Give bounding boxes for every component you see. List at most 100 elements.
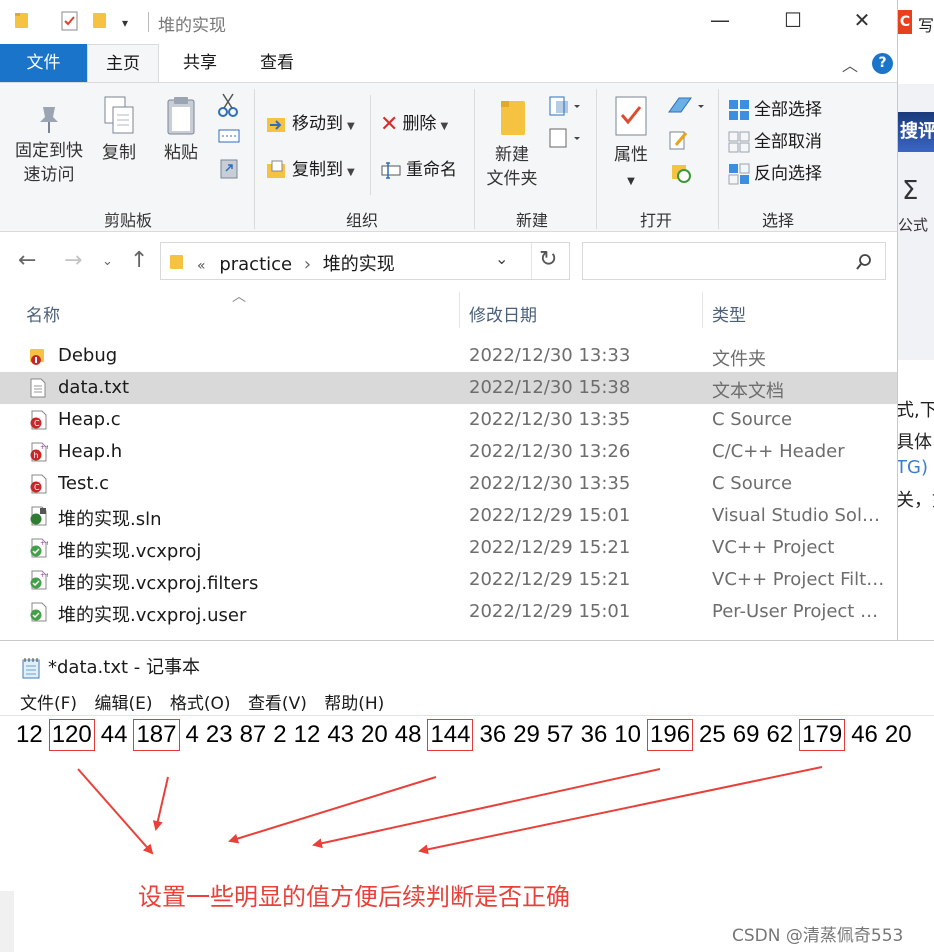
- delete-button[interactable]: ✕ 删除 ▼: [380, 109, 448, 137]
- dropdown-caret-icon[interactable]: ▾: [122, 16, 128, 30]
- select-all-button[interactable]: 全部选择: [728, 95, 822, 121]
- c-header-icon: h++: [28, 442, 50, 462]
- up-icon[interactable]: ↑: [130, 248, 148, 273]
- column-separator[interactable]: [459, 292, 460, 328]
- history-icon[interactable]: [670, 161, 692, 183]
- column-date[interactable]: 修改日期: [469, 301, 537, 326]
- file-row[interactable]: C Test.c 2022/12/30 13:35 C Source: [0, 468, 897, 500]
- file-date: 2022/12/30 15:38: [469, 377, 631, 398]
- copy-to-button[interactable]: 复制到 ▼: [266, 155, 355, 181]
- collapse-ribbon-icon[interactable]: ︿: [842, 52, 858, 76]
- easy-access-icon[interactable]: [548, 127, 582, 149]
- formula-label[interactable]: 公式: [898, 214, 928, 235]
- notepad-window: *data.txt - 记事本 文件(F) 编辑(E) 格式(O) 查看(V) …: [0, 640, 934, 952]
- select-all-label: 全部选择: [754, 100, 822, 120]
- column-separator[interactable]: [702, 292, 703, 328]
- search-box[interactable]: [582, 242, 886, 280]
- ribbon-tabs: 文件 主页 共享 查看 ︿ ?: [0, 44, 897, 82]
- properties-label: 属性: [614, 145, 648, 165]
- file-date: 2022/12/29 15:21: [469, 537, 631, 558]
- file-type: C/C++ Header: [712, 441, 845, 462]
- file-list: Debug 2022/12/30 13:33 文件夹 data.txt 2022/12/…: [0, 340, 897, 628]
- new-item-icon[interactable]: [548, 95, 582, 117]
- address-bar[interactable]: « practice › 堆的实现 ⌄ ↻: [160, 242, 570, 280]
- file-type: C Source: [712, 473, 793, 494]
- copy-path-icon[interactable]: [218, 127, 240, 145]
- svg-text:++: ++: [40, 572, 48, 579]
- rename-icon: [381, 162, 401, 179]
- vcxproj-icon: ++: [28, 538, 50, 558]
- move-to-button[interactable]: 移动到 ▼: [266, 109, 355, 135]
- file-name: Debug: [58, 345, 118, 366]
- close-icon[interactable]: ✕: [842, 8, 882, 32]
- sigma-icon[interactable]: Σ: [902, 176, 918, 206]
- file-name: data.txt: [58, 377, 130, 398]
- rename-label: 重命名: [406, 160, 457, 180]
- breadcrumb-overflow[interactable]: «: [197, 258, 206, 274]
- properties-check-icon[interactable]: [60, 10, 80, 32]
- back-icon[interactable]: ←: [18, 248, 36, 273]
- navigation-bar: ← → ⌄ ↑ « practice › 堆的实现 ⌄ ↻: [0, 232, 897, 290]
- annotation-text: 设置一些明显的值方便后续判断是否正确: [138, 883, 570, 911]
- file-row[interactable]: 堆的实现.vcxproj.user 2022/12/29 15:01 Per-Use…: [0, 596, 897, 628]
- open-icon[interactable]: [666, 95, 706, 117]
- dropdown-caret-icon: ▼: [440, 121, 449, 132]
- svg-text:h: h: [34, 451, 39, 460]
- copy-button[interactable]: 复制: [96, 95, 142, 165]
- forward-icon[interactable]: →: [64, 248, 82, 273]
- file-row[interactable]: data.txt 2022/12/30 15:38 文本文档: [0, 372, 897, 404]
- folder-icon[interactable]: [14, 10, 30, 30]
- tab-home[interactable]: 主页: [87, 44, 159, 82]
- column-type[interactable]: 类型: [712, 301, 746, 326]
- file-row[interactable]: ++ 堆的实现.vcxproj 2022/12/29 15:21 VC++ Proje…: [0, 532, 897, 564]
- breadcrumb-item[interactable]: practice: [219, 254, 292, 275]
- text-fragment: 式,下: [898, 400, 934, 421]
- file-row[interactable]: 堆的实现.sln 2022/12/29 15:01 Visual Studio So…: [0, 500, 897, 532]
- edit-icon[interactable]: [668, 129, 690, 151]
- scrollbar[interactable]: [0, 891, 14, 952]
- invert-selection-button[interactable]: 反向选择: [728, 159, 822, 185]
- file-name: 堆的实现.vcxproj.user: [58, 605, 247, 626]
- select-none-button[interactable]: 全部取消: [728, 127, 822, 153]
- pin-quick-access-button[interactable]: 固定到快 速访问: [10, 101, 88, 187]
- file-row[interactable]: C Heap.c 2022/12/30 13:35 C Source: [0, 404, 897, 436]
- paste-shortcut-icon[interactable]: [220, 157, 238, 179]
- recent-locations-icon[interactable]: ⌄: [102, 254, 113, 269]
- refresh-icon[interactable]: ↻: [539, 247, 557, 272]
- arrow: [312, 768, 661, 849]
- breadcrumb: « practice › 堆的实现: [197, 250, 395, 276]
- tab-view[interactable]: 查看: [242, 44, 312, 82]
- breadcrumb-item[interactable]: 堆的实现: [323, 254, 395, 275]
- copy-to-icon: [267, 160, 285, 178]
- properties-button[interactable]: 属性 ▼: [604, 95, 658, 194]
- minimize-icon[interactable]: —: [700, 8, 740, 32]
- address-dropdown-icon[interactable]: ⌄: [495, 249, 508, 268]
- tab-file[interactable]: 文件: [0, 44, 87, 82]
- file-row[interactable]: Debug 2022/12/30 13:33 文件夹: [0, 340, 897, 372]
- new-folder-button[interactable]: 新建 文件夹: [482, 97, 542, 191]
- group-separator: [370, 95, 371, 195]
- copy-to-label: 复制到: [292, 160, 343, 180]
- file-row[interactable]: h++ Heap.h 2022/12/30 13:26 C/C++ Header: [0, 436, 897, 468]
- filters-icon: ++: [28, 570, 50, 590]
- select-group-label: 选择: [761, 211, 794, 230]
- breadcrumb-separator: ›: [303, 254, 312, 275]
- tab-share[interactable]: 共享: [165, 44, 235, 82]
- file-name: Heap.c: [58, 409, 121, 430]
- delete-icon: ✕: [380, 111, 399, 137]
- cut-icon[interactable]: [218, 93, 238, 117]
- rename-button[interactable]: 重命名: [380, 155, 457, 181]
- new-folder-icon[interactable]: [92, 10, 108, 30]
- paste-button[interactable]: 粘贴: [158, 95, 204, 165]
- file-name: Heap.h: [58, 441, 123, 462]
- file-row[interactable]: ++ 堆的实现.vcxproj.filters 2022/12/29 15:21 VC…: [0, 564, 897, 596]
- maximize-icon[interactable]: ☐: [773, 8, 813, 32]
- help-icon[interactable]: ?: [872, 53, 893, 74]
- file-type: VC++ Project: [712, 537, 835, 558]
- dropdown-caret-icon: ▼: [627, 176, 635, 187]
- file-name: 堆的实现.vcxproj: [58, 541, 202, 562]
- search-icon: [856, 254, 871, 270]
- column-name[interactable]: 名称: [26, 301, 60, 326]
- file-name: 堆的实现.sln: [58, 509, 162, 530]
- user-file-icon: [28, 602, 48, 622]
